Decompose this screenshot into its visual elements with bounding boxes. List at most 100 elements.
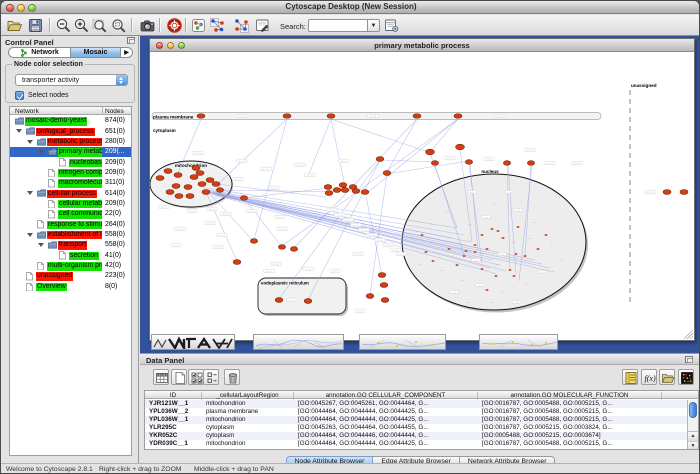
zoom-in-button[interactable] [73, 17, 90, 34]
tree-row[interactable]: nucleobase-cont209(0) [10, 157, 131, 167]
network-node[interactable] [250, 239, 257, 244]
select-nodes-checkbox[interactable] [15, 91, 24, 100]
tree-column-nodes[interactable]: Nodes [105, 108, 124, 115]
network-node[interactable] [172, 184, 180, 189]
search-input[interactable] [308, 19, 368, 32]
layout-graph-2-button[interactable] [233, 17, 250, 34]
table-row[interactable]: YPL036W__2plasma membrane[GO:0044464, GO… [145, 408, 698, 416]
scroll-up-button[interactable]: ▲ [688, 432, 698, 441]
network-node[interactable] [663, 190, 671, 195]
column-header[interactable]: ID [145, 392, 202, 400]
new-attribute-button[interactable] [171, 369, 187, 385]
table-row[interactable]: YLR295Ccytoplasm[GO:0045263, GO:0044464,… [145, 424, 698, 432]
network-node[interactable] [341, 188, 349, 193]
network-window-titlebar[interactable]: primary metabolic process [150, 39, 694, 52]
tree-row[interactable]: cellular process614(0) [10, 188, 131, 198]
network-node[interactable] [527, 161, 534, 166]
network-node[interactable] [378, 273, 386, 278]
table-vertical-scrollbar[interactable]: ▲ ▼ [687, 400, 698, 449]
network-node[interactable] [206, 178, 214, 183]
expander-icon[interactable] [16, 129, 22, 133]
network-node[interactable] [680, 190, 688, 195]
tree-row[interactable]: cell communicat22(0) [10, 209, 131, 219]
tree-row[interactable]: multi-organism pro42(0) [10, 261, 131, 271]
tab-mosaic[interactable]: Mosaic [71, 48, 121, 57]
network-node[interactable] [426, 149, 435, 155]
table-row[interactable]: YJR121W__1mitochondrion[GO:0045267, GO:0… [145, 400, 698, 408]
tree-row[interactable]: mosaic-demo-yeast874(0) [10, 116, 131, 126]
network-node[interactable] [216, 188, 223, 193]
matrix-view-button[interactable] [678, 369, 694, 385]
import-attributes-button[interactable] [659, 369, 675, 385]
network-node[interactable] [366, 294, 374, 299]
column-header[interactable]: annotation.GO CELLULAR_COMPONENT [294, 392, 478, 400]
search-settings-button[interactable] [383, 17, 400, 34]
network-node[interactable] [352, 189, 360, 194]
tree-row[interactable]: metabolic process280(0) [10, 137, 131, 147]
minimized-window-3[interactable] [359, 334, 446, 350]
tree-row[interactable]: transport558(0) [10, 240, 131, 250]
table-row[interactable]: YKR052Ccytoplasm[GO:0044464, GO:0044446,… [145, 432, 698, 440]
delete-attribute-button[interactable] [224, 369, 240, 385]
zoom-fit-button[interactable] [91, 17, 108, 34]
save-session-button[interactable] [27, 17, 44, 34]
tree-row[interactable]: nitrogen compou209(0) [10, 168, 131, 178]
vizmapper-button[interactable] [190, 17, 207, 34]
float-panel-icon[interactable] [127, 37, 135, 44]
minimized-window-4[interactable] [479, 334, 558, 350]
network-node[interactable] [186, 194, 194, 199]
float-panel-icon[interactable] [685, 356, 693, 363]
attribute-table-button[interactable] [153, 369, 169, 385]
expander-icon[interactable] [38, 150, 44, 154]
tree-column-network[interactable]: Network [15, 108, 39, 115]
scroll-down-button[interactable]: ▼ [688, 441, 698, 450]
network-node[interactable] [166, 190, 174, 195]
network-node[interactable] [431, 161, 438, 166]
network-node[interactable] [339, 183, 347, 188]
expander-icon[interactable] [27, 233, 33, 237]
list-mode-button[interactable] [203, 369, 219, 385]
network-node[interactable] [454, 114, 462, 118]
network-node[interactable] [383, 171, 391, 176]
network-node[interactable] [325, 191, 333, 196]
network-node[interactable] [380, 283, 388, 288]
table-row[interactable]: YPL036W__1mitochondrion[GO:0044464, GO:0… [145, 416, 698, 424]
tree-row[interactable]: Overview8(0) [10, 282, 131, 292]
window-resize-grip[interactable] [684, 330, 693, 339]
column-header[interactable]: annotation.GO MOLECULAR_FUNCTION [478, 392, 662, 400]
network-node[interactable] [190, 175, 198, 180]
table-row[interactable]: YDR039C__1mitochondrion[GO:0044464, GO:0… [145, 440, 698, 448]
network-node[interactable] [197, 114, 205, 118]
function-builder-button[interactable]: f(x) [641, 369, 657, 385]
network-node[interactable] [156, 176, 164, 181]
scrollbar-thumb[interactable] [689, 402, 697, 418]
annotation-button[interactable] [254, 17, 271, 34]
zoom-out-button[interactable] [55, 17, 72, 34]
network-node[interactable] [290, 247, 297, 252]
network-node[interactable] [503, 161, 510, 166]
network-node[interactable] [376, 157, 384, 162]
tree-row[interactable]: response to stimulu264(0) [10, 219, 131, 229]
network-node[interactable] [278, 245, 285, 250]
network-node[interactable] [333, 188, 341, 193]
tab-overflow-arrow[interactable]: ▶ [121, 48, 132, 57]
tree-row[interactable]: unassigned223(0) [10, 271, 131, 281]
network-node[interactable] [175, 194, 183, 199]
network-node[interactable] [240, 196, 247, 201]
network-node[interactable] [413, 114, 421, 118]
node-color-combobox[interactable]: transporter activity [15, 74, 128, 86]
network-node[interactable] [202, 190, 210, 195]
network-node[interactable] [198, 182, 206, 187]
network-canvas[interactable]: plasma membranecytoplasmmitochondrionnuc… [150, 52, 694, 340]
expander-icon[interactable] [38, 243, 44, 247]
tree-row[interactable]: establishment of lo558(0) [10, 230, 131, 240]
tab-network[interactable]: Network [9, 48, 71, 57]
network-node[interactable] [196, 171, 204, 176]
network-node[interactable] [164, 169, 172, 174]
network-node[interactable] [327, 114, 335, 118]
open-session-button[interactable] [6, 17, 23, 34]
network-node[interactable] [381, 298, 389, 303]
network-node[interactable] [174, 173, 182, 178]
select-attributes-button[interactable] [188, 369, 204, 385]
snapshot-button[interactable] [139, 17, 156, 34]
